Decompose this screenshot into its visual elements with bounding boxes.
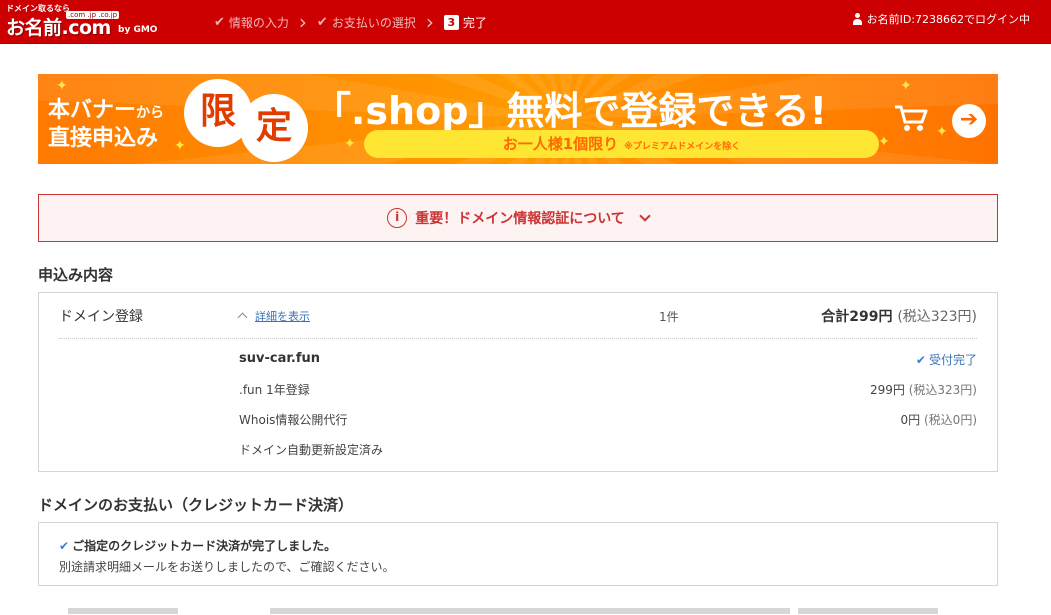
payment-sub-message: 別途請求明細メールをお送りしましたので、ご確認ください。 — [59, 560, 395, 574]
banner-pill-text: お一人様1個限り — [502, 135, 619, 153]
banner-pill: お一人様1個限り ※プレミアムドメインを除く — [364, 130, 879, 158]
logo-brand: お名前.com — [6, 17, 111, 39]
chevron-up-icon — [237, 312, 248, 323]
user-icon — [852, 12, 863, 25]
banner-headline: 「.shop」無料で登録できる! — [313, 89, 827, 133]
line-item-price: 0円 (税込0円) — [901, 411, 977, 428]
order-summary-box: ドメイン登録 詳細を表示 1件 合計299円 (税込323円) suv-car.… — [38, 292, 998, 472]
step-label: 完了 — [462, 15, 487, 30]
payment-complete-message: ✔ ご指定のクレジットカード決済が完了しました。 — [59, 537, 336, 554]
order-quantity: 1件 — [659, 310, 679, 324]
onamae-logo[interactable]: ドメイン取るなら .com .jp .co.jp お名前.com by GMO — [6, 3, 158, 39]
domain-verification-notice[interactable]: i 重要！ドメイン情報認証について — [38, 194, 998, 242]
price-tax: (税込0円) — [924, 413, 977, 427]
status-text: 受付完了 — [928, 353, 977, 367]
line-item-price: 299円 (税込323円) — [870, 381, 977, 398]
order-section-title: 申込み内容 — [38, 266, 114, 284]
step-label: お支払いの選択 — [331, 15, 416, 30]
check-icon: ✔ — [214, 14, 225, 30]
sparkle-icon: ✦ — [174, 138, 186, 154]
info-icon: i — [387, 208, 408, 228]
order-total-tax: (税込323円) — [897, 309, 977, 325]
line-item-label: Whois情報公開代行 — [239, 413, 348, 427]
step-payment: ✔ お支払いの選択 › — [317, 12, 444, 32]
order-total-amount: 合計299円 — [821, 309, 893, 325]
sparkle-icon: ✦ — [878, 134, 890, 150]
limited-badge-2: 定 — [240, 94, 308, 162]
banner-line1-small: から — [136, 105, 165, 121]
payment-section-title: ドメインのお支払い（クレジットカード決済） — [38, 496, 354, 514]
check-icon: ✔ — [915, 353, 926, 367]
price-amount: 0円 — [900, 413, 921, 427]
progress-steps: ✔ 情報の入力 › ✔ お支払いの選択 › 3 完了 — [214, 0, 487, 44]
login-status: お名前ID:7238662でログイン中 — [852, 0, 1030, 37]
status-badge: ✔ 受付完了 — [916, 351, 977, 368]
line-item-label: .fun 1年登録 — [239, 383, 310, 397]
divider — [59, 338, 977, 339]
price-tax: (税込323円) — [908, 383, 977, 397]
banner-line2: 直接申込み — [48, 126, 159, 151]
check-icon: ✔ — [59, 539, 70, 553]
truncated-text — [68, 608, 178, 614]
domain-name: suv-car.fun — [239, 351, 321, 366]
shopping-cart-icon — [895, 105, 928, 131]
payment-complete-text: ご指定のクレジットカード決済が完了しました。 — [72, 539, 337, 553]
order-item-name: ドメイン登録 — [59, 309, 143, 325]
show-details-link[interactable]: 詳細を表示 — [237, 308, 310, 324]
price-amount: 299円 — [869, 383, 905, 397]
truncated-text — [798, 608, 938, 614]
order-total: 合計299円 (税込323円) — [821, 306, 977, 326]
payment-result-box: ✔ ご指定のクレジットカード決済が完了しました。 別途請求明細メールをお送りしまし… — [38, 522, 998, 586]
banner-pill-note: ※プレミアムドメインを除く — [624, 142, 741, 152]
logo-gmo: by GMO — [118, 25, 158, 35]
order-summary-row: ドメイン登録 詳細を表示 1件 合計299円 (税込323円) — [39, 293, 997, 338]
top-header: ドメイン取るなら .com .jp .co.jp お名前.com by GMO … — [0, 0, 1051, 44]
sparkle-icon: ✦ — [344, 136, 356, 152]
truncated-content — [38, 604, 998, 615]
sparkle-icon: ✦ — [936, 124, 948, 140]
show-details-label: 詳細を表示 — [255, 310, 310, 323]
step-number: 3 — [443, 14, 459, 30]
chevron-down-icon — [639, 210, 651, 222]
check-icon: ✔ — [316, 14, 328, 30]
shop-promo-banner[interactable]: ✦ ✦ ✦ ✦ ✦ ✦ 本バナーから 直接申込み 限 定 「.shop」無料で登… — [38, 74, 998, 164]
truncated-text — [270, 608, 790, 614]
login-status-text: お名前ID:7238662でログイン中 — [866, 12, 1030, 26]
sparkle-icon: ✦ — [900, 78, 912, 94]
step-label: 情報の入力 — [228, 15, 289, 30]
step-input: ✔ 情報の入力 › — [214, 12, 317, 32]
step-complete: 3 完了 — [443, 14, 487, 31]
notice-text: 重要！ドメイン情報認証について — [415, 211, 625, 227]
arrow-right-icon[interactable]: ➔ — [952, 104, 986, 138]
chevron-right-icon: › — [298, 10, 307, 34]
chevron-right-icon: › — [425, 10, 434, 34]
line-item-label: ドメイン自動更新設定済み — [239, 443, 384, 457]
